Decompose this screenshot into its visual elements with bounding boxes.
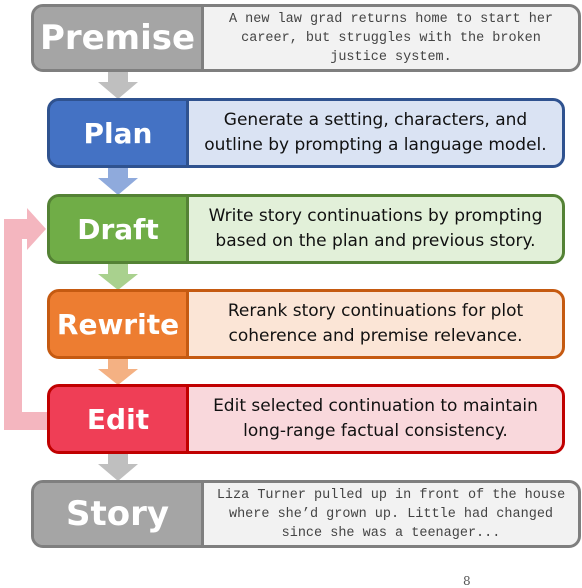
stage-plan: Plan Generate a setting, characters, and… [47,98,565,168]
stage-premise: Premise A new law grad returns home to s… [31,4,581,72]
stage-draft-label: Draft [50,197,186,261]
stage-draft-description: Write story continuations by prompting b… [186,197,562,261]
stage-plan-label: Plan [50,101,186,165]
stage-rewrite-label: Rewrite [50,292,186,356]
arrow-rewrite-to-edit [98,359,138,385]
arrow-draft-to-rewrite [98,264,138,290]
loop-arrow-shape [4,208,47,430]
stage-plan-description: Generate a setting, characters, and outl… [186,101,562,165]
stage-edit-label: Edit [50,387,186,451]
stage-edit-description: Edit selected continuation to maintain l… [186,387,562,451]
arrow-plan-to-draft [98,168,138,195]
stage-story: Story Liza Turner pulled up in front of … [31,480,581,548]
arrow-premise-to-plan [98,72,138,99]
footer-fragment: 8 [463,574,471,588]
stage-story-label: Story [34,483,201,545]
stage-story-description: Liza Turner pulled up in front of the ho… [201,483,578,545]
stage-premise-description: A new law grad returns home to start her… [201,7,578,69]
stage-edit: Edit Edit selected continuation to maint… [47,384,565,454]
stage-rewrite-description: Rerank story continuations for plot cohe… [186,292,562,356]
stage-draft: Draft Write story continuations by promp… [47,194,565,264]
stage-rewrite: Rewrite Rerank story continuations for p… [47,289,565,359]
arrow-edit-to-story [98,454,138,481]
stage-premise-label: Premise [34,7,201,69]
